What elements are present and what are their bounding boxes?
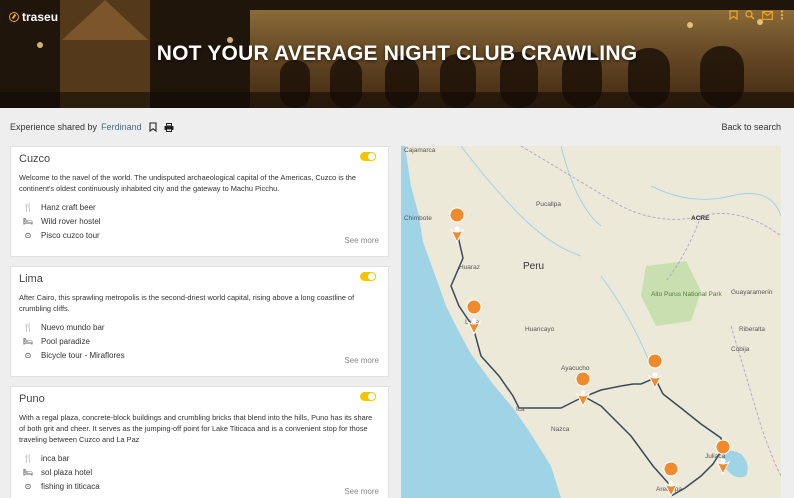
brand-name: traseu bbox=[22, 10, 59, 24]
item-label: inca bar bbox=[41, 453, 70, 463]
list-item[interactable]: 🍴 Nuevo mundo bar bbox=[19, 320, 380, 334]
card-description: With a regal plaza, concrete-block build… bbox=[19, 413, 373, 444]
card-toggle[interactable] bbox=[360, 392, 376, 401]
map-label-cajamarca: Cajamarca bbox=[404, 147, 436, 154]
list-item[interactable]: 🛏 Wild rover hostel bbox=[19, 214, 380, 228]
stop-card-cuzco: Cuzco Welcome to the navel of the world.… bbox=[10, 146, 389, 257]
see-more-link[interactable]: See more bbox=[344, 236, 379, 245]
card-items: 🍴 Hanz craft beer 🛏 Wild rover hostel ⊙ Pis… bbox=[19, 200, 380, 248]
brand-logo[interactable]: traseu bbox=[9, 10, 58, 24]
binoculars-icon: ⊙ bbox=[24, 230, 32, 240]
map-label-cobija: Cobija bbox=[731, 346, 750, 353]
card-title: Cuzco bbox=[19, 153, 51, 165]
card-toggle[interactable] bbox=[360, 272, 376, 281]
map-label-nazca: Nazca bbox=[551, 426, 570, 433]
hero-banner: traseu NOT YOUR AVERAGE NIGHT CLUB CRAWL… bbox=[0, 0, 794, 108]
map-label-huaraz: Huaraz bbox=[459, 264, 480, 271]
map-label-ayacucho: Ayacucho bbox=[561, 365, 590, 372]
card-title: Puno bbox=[19, 393, 45, 405]
list-item[interactable]: 🛏 sol plaza hotel bbox=[19, 465, 380, 479]
author-link[interactable]: Ferdinand bbox=[101, 122, 142, 132]
map-label-guayaramerin: Guayaramerín bbox=[731, 289, 773, 296]
card-toggle[interactable] bbox=[360, 152, 376, 161]
card-description: After Cairo, this sprawling metropolis i… bbox=[19, 293, 355, 313]
item-label: Bicycle tour - Miraflores bbox=[41, 350, 125, 360]
bookmark-icon[interactable] bbox=[729, 10, 738, 20]
route-line bbox=[582, 395, 670, 485]
subheader-bar: Experience shared by Ferdinand Back to s… bbox=[0, 108, 794, 146]
ocean bbox=[401, 146, 561, 498]
shared-by: Experience shared by Ferdinand bbox=[10, 122, 174, 132]
map-label-chimbote: Chimbote bbox=[404, 215, 432, 222]
bed-icon: 🛏 bbox=[22, 467, 34, 477]
list-item[interactable]: 🍴 Hanz craft beer bbox=[19, 200, 380, 214]
item-label: fishing in titicaca bbox=[41, 481, 100, 491]
map-pin-ica[interactable] bbox=[575, 371, 591, 408]
item-label: Wild rover hostel bbox=[41, 216, 101, 226]
stop-card-puno: Puno With a regal plaza, concrete-block … bbox=[10, 386, 389, 498]
hero-toolbar bbox=[729, 10, 784, 20]
map-label-country: Peru bbox=[523, 261, 544, 272]
list-item[interactable]: 🍴 inca bar bbox=[19, 451, 380, 465]
experience-list: Cuzco Welcome to the navel of the world.… bbox=[10, 146, 389, 498]
see-more-link[interactable]: See more bbox=[344, 487, 379, 496]
binoculars-icon: ⊙ bbox=[24, 350, 32, 360]
item-label: Pool paradize bbox=[41, 336, 90, 346]
list-item[interactable]: ⊙ Pisco cuzco tour bbox=[19, 228, 380, 242]
card-title: Lima bbox=[19, 273, 43, 285]
page-title: NOT YOUR AVERAGE NIGHT CLUB CRAWLING bbox=[156, 42, 638, 65]
map-pin-lima[interactable] bbox=[466, 299, 482, 336]
card-items: 🍴 inca bar 🛏 sol plaza hotel ⊙ fishing in t… bbox=[19, 451, 380, 498]
fork-knife-icon: 🍴 bbox=[23, 202, 33, 212]
route-map[interactable]: Peru ACRE Chimbote Huaraz Lima Huancayo … bbox=[401, 146, 781, 498]
item-label: sol plaza hotel bbox=[41, 467, 93, 477]
map-pin-huaraz[interactable] bbox=[449, 207, 465, 244]
map-label-riberalta: Riberalta bbox=[739, 326, 765, 333]
search-icon[interactable] bbox=[745, 10, 755, 20]
stop-card-lima: Lima After Cairo, this sprawling metropo… bbox=[10, 266, 389, 377]
list-item[interactable]: ⊙ Bicycle tour - Miraflores bbox=[19, 348, 380, 362]
map-label-acre: ACRE bbox=[691, 215, 710, 222]
map-label-pucallpa: Pucallpa bbox=[536, 201, 561, 208]
print-icon[interactable] bbox=[164, 122, 174, 132]
mail-icon[interactable] bbox=[762, 10, 773, 20]
more-icon[interactable] bbox=[780, 10, 784, 20]
map-label-ica: Ica bbox=[516, 406, 525, 413]
list-item[interactable]: ⊙ fishing in titicaca bbox=[19, 479, 380, 493]
card-description: Welcome to the navel of the world. The u… bbox=[19, 173, 357, 193]
list-item[interactable]: 🛏 Pool paradize bbox=[19, 334, 380, 348]
bookmark-icon[interactable] bbox=[149, 122, 157, 132]
card-items: 🍴 Nuevo mundo bar 🛏 Pool paradize ⊙ Bicycle… bbox=[19, 320, 380, 368]
shared-by-prefix: Experience shared by bbox=[10, 122, 98, 132]
binoculars-icon: ⊙ bbox=[24, 481, 32, 491]
compass-icon bbox=[9, 12, 19, 22]
map-canvas[interactable]: Peru ACRE Chimbote Huaraz Lima Huancayo … bbox=[401, 146, 781, 498]
back-to-search-link[interactable]: Back to search bbox=[721, 122, 781, 132]
map-pin-cuzco[interactable] bbox=[647, 353, 663, 390]
item-label: Nuevo mundo bar bbox=[41, 322, 105, 332]
bed-icon: 🛏 bbox=[22, 216, 34, 226]
fork-knife-icon: 🍴 bbox=[23, 322, 33, 332]
fork-knife-icon: 🍴 bbox=[23, 453, 33, 463]
item-label: Pisco cuzco tour bbox=[41, 230, 100, 240]
map-label-park: Alto Purus National Park bbox=[651, 291, 723, 298]
see-more-link[interactable]: See more bbox=[344, 356, 379, 365]
bed-icon: 🛏 bbox=[22, 336, 34, 346]
item-label: Hanz craft beer bbox=[41, 202, 96, 212]
map-label-huancayo: Huancayo bbox=[525, 326, 555, 333]
